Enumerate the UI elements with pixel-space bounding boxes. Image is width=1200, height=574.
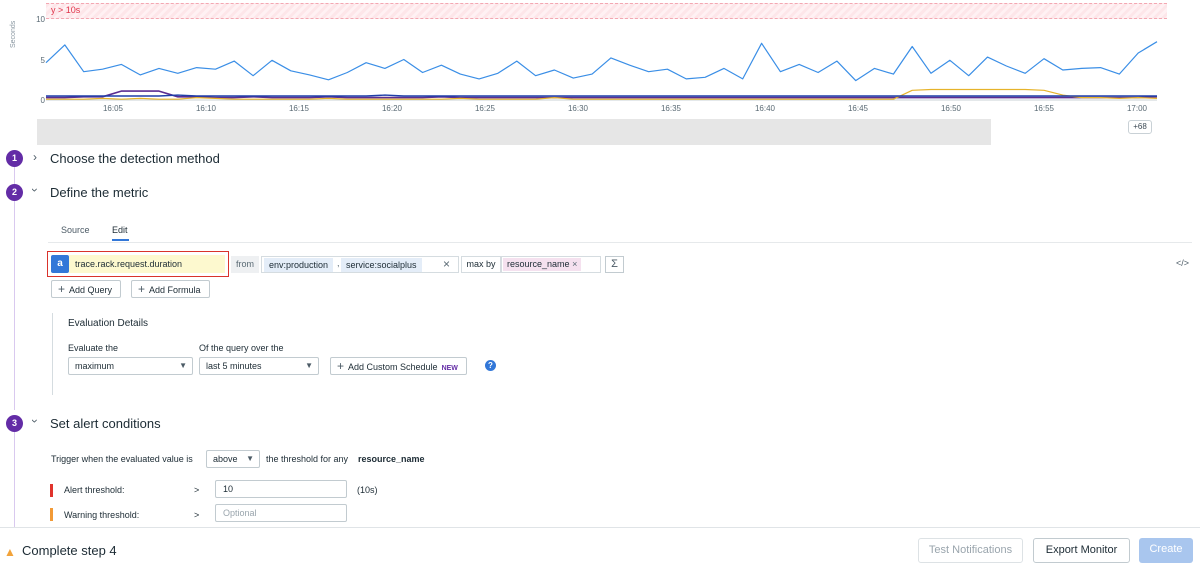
tab-edit[interactable]: Edit xyxy=(112,225,128,235)
code-view-icon[interactable]: </> xyxy=(1176,258,1189,268)
alert-color-marker xyxy=(50,484,53,497)
evaluation-window-select[interactable]: last 5 minutes ▼ xyxy=(199,357,319,375)
warning-threshold-label: Warning threshold: xyxy=(64,510,140,520)
chevron-down-icon[interactable]: › xyxy=(28,188,42,192)
alert-threshold-label: Alert threshold: xyxy=(64,485,125,495)
alert-operator: > xyxy=(194,485,200,495)
step-number-3: 3 xyxy=(6,415,23,432)
create-button[interactable]: Create xyxy=(1139,538,1193,563)
group-by-chip[interactable]: resource_name × xyxy=(503,258,582,271)
add-formula-button[interactable]: + Add Formula xyxy=(131,280,210,298)
series-line-0 xyxy=(45,41,1158,82)
plot-area xyxy=(45,41,1158,101)
x-tick-label: 16:05 xyxy=(102,104,124,113)
x-tick-label: 16:55 xyxy=(1033,104,1055,113)
x-tick-label: 16:45 xyxy=(847,104,869,113)
step-title-define-metric[interactable]: Define the metric xyxy=(50,185,148,200)
caret-down-icon: ▼ xyxy=(179,361,187,370)
caret-down-icon: ▼ xyxy=(246,454,254,463)
chevron-down-icon[interactable]: › xyxy=(28,419,42,423)
aggregator-select[interactable]: max by xyxy=(461,256,501,273)
help-icon[interactable]: ? xyxy=(485,360,496,371)
x-tick-label: 16:50 xyxy=(940,104,962,113)
from-label: from xyxy=(231,256,259,273)
step-number-1: 1 xyxy=(6,150,23,167)
alert-threshold-hint: (10s) xyxy=(357,485,378,495)
caret-down-icon: ▼ xyxy=(305,361,313,370)
step-title-alert-conditions[interactable]: Set alert conditions xyxy=(50,416,161,431)
metric-highlight-box xyxy=(47,251,229,277)
tag-separator: , xyxy=(337,258,340,268)
sigma-function-icon[interactable]: Σ xyxy=(605,256,624,273)
tab-divider xyxy=(48,242,1192,243)
step-connector xyxy=(14,432,15,527)
active-tab-indicator xyxy=(112,239,129,241)
warning-threshold-input[interactable]: Optional xyxy=(215,504,347,522)
plus-icon: + xyxy=(138,282,146,296)
tag-chip-env[interactable]: env:production xyxy=(264,258,334,272)
add-custom-schedule-label: Add Custom Schedule xyxy=(348,362,438,372)
comparator-value: above xyxy=(213,454,238,464)
x-tick-label: 16:40 xyxy=(754,104,776,113)
remove-chip-icon[interactable]: × xyxy=(572,259,577,269)
x-tick-label: 16:15 xyxy=(288,104,310,113)
x-tick-label: 16:30 xyxy=(567,104,589,113)
metric-chart: y > 10s Seconds 10 5 0 16:05 16:10 16:15… xyxy=(0,0,1200,118)
x-tick-label: 16:20 xyxy=(381,104,403,113)
trigger-group-name: resource_name xyxy=(358,454,425,464)
evaluate-label: Evaluate the xyxy=(68,343,119,353)
x-tick-label: 16:25 xyxy=(474,104,496,113)
more-series-badge[interactable]: +68 xyxy=(1128,120,1152,134)
plus-icon: + xyxy=(58,282,66,296)
step-connector xyxy=(14,165,15,410)
warning-color-marker xyxy=(50,508,53,521)
chevron-right-icon[interactable]: › xyxy=(33,150,37,164)
evaluate-aggregation-select[interactable]: maximum ▼ xyxy=(68,357,193,375)
export-monitor-button[interactable]: Export Monitor xyxy=(1033,538,1130,563)
series-line-3 xyxy=(46,94,1157,97)
x-tick-label: 17:00 xyxy=(1126,104,1148,113)
group-by-chip-label: resource_name xyxy=(507,259,570,269)
evaluation-details-title: Evaluation Details xyxy=(68,318,149,329)
evaluate-aggregation-value: maximum xyxy=(75,361,115,371)
add-formula-label: Add Formula xyxy=(149,285,201,295)
evaluation-section-rule xyxy=(52,313,53,395)
trigger-prefix-text: Trigger when the evaluated value is xyxy=(51,454,193,464)
comparator-select[interactable]: above ▼ xyxy=(206,450,260,468)
tag-chip-service[interactable]: service:socialplus xyxy=(341,258,422,272)
add-query-button[interactable]: + Add Query xyxy=(51,280,122,298)
window-label: Of the query over the xyxy=(199,343,284,353)
tab-source[interactable]: Source xyxy=(61,225,90,235)
evaluation-window-value: last 5 minutes xyxy=(206,361,262,371)
add-query-label: Add Query xyxy=(69,285,113,295)
group-by-input[interactable]: resource_name × xyxy=(501,256,601,273)
step-number-2: 2 xyxy=(6,184,23,201)
add-custom-schedule-button[interactable]: + Add Custom Schedule NEW xyxy=(330,357,467,375)
tag-filter-input[interactable]: env:production , service:socialplus × xyxy=(261,256,459,273)
footer-status-message: Complete step 4 xyxy=(22,543,117,558)
warning-icon: ▲ xyxy=(4,545,16,559)
plus-icon: + xyxy=(337,359,345,373)
trigger-suffix-text: the threshold for any xyxy=(266,454,349,464)
warning-operator: > xyxy=(194,510,200,520)
new-badge: NEW xyxy=(441,365,458,372)
x-tick-label: 16:35 xyxy=(660,104,682,113)
clear-tags-icon[interactable]: × xyxy=(443,257,450,272)
chart-overview-scrubber[interactable] xyxy=(37,119,991,145)
x-tick-label: 16:10 xyxy=(195,104,217,113)
alert-threshold-input[interactable]: 10 xyxy=(215,480,347,498)
test-notifications-button[interactable]: Test Notifications xyxy=(918,538,1023,563)
step-title-detection-method[interactable]: Choose the detection method xyxy=(50,151,220,166)
